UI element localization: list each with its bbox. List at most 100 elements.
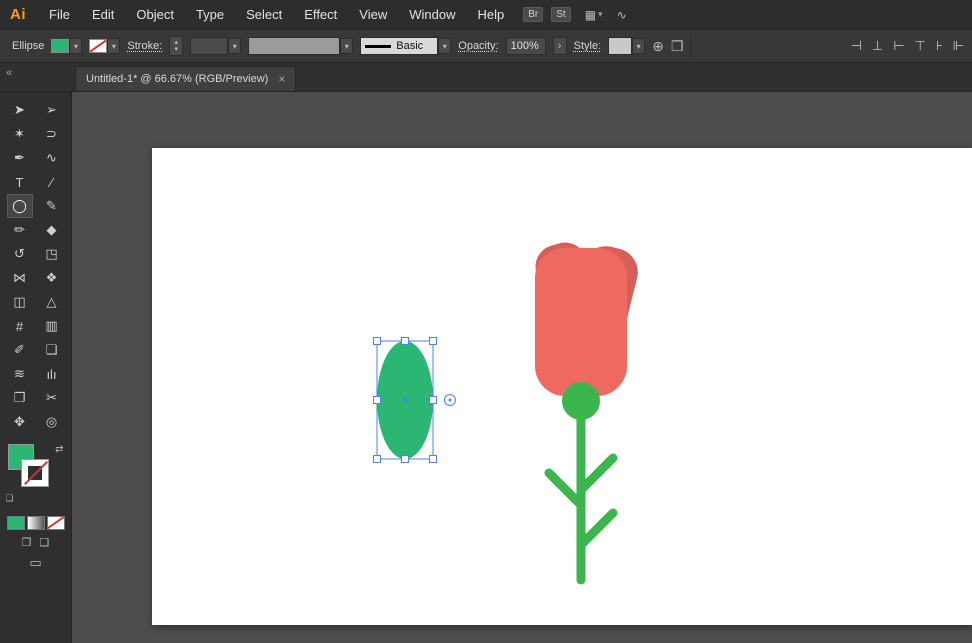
width-tool[interactable]: ⋈ [7, 266, 33, 290]
eyedropper-tool[interactable]: ✐ [7, 338, 33, 362]
canvas[interactable] [72, 92, 972, 643]
selection-handle-mid-right[interactable] [429, 396, 437, 404]
flower-branch-right-1[interactable] [576, 453, 618, 495]
flower-receptacle-circle[interactable] [562, 382, 600, 420]
opacity-input[interactable]: 100% [505, 37, 546, 55]
artboard-tool[interactable]: ❐ [7, 386, 33, 410]
scale-tool[interactable]: ◳ [39, 242, 65, 266]
draw-normal-icon[interactable]: ❐ [22, 536, 32, 549]
align-top-icon[interactable]: ⊤ [915, 38, 926, 54]
type-tool[interactable]: T [7, 170, 33, 194]
style-swatch[interactable] [608, 37, 633, 55]
stroke-style-value[interactable]: Basic [360, 37, 439, 55]
ellipse-center-point[interactable] [402, 397, 408, 403]
document-setup-icon[interactable]: ⊕ [652, 38, 664, 55]
menu-edit[interactable]: Edit [81, 7, 125, 22]
stroke-color-control[interactable]: ▾ [89, 38, 121, 54]
stroke-weight-chevron-icon[interactable]: ▾ [228, 38, 242, 54]
menu-help[interactable]: Help [466, 7, 515, 22]
curvature-tool[interactable]: ∿ [39, 146, 65, 170]
selection-handle-bottom-center[interactable] [401, 455, 409, 463]
stroke-weight-label[interactable]: Stroke: [127, 40, 162, 52]
document-tab[interactable]: Untitled-1* @ 66.67% (RGB/Preview) × [75, 66, 297, 91]
selection-handle-top-right[interactable] [429, 337, 437, 345]
style-chevron-icon[interactable]: ▾ [632, 38, 646, 54]
style-label[interactable]: Style: [574, 40, 602, 52]
artboard[interactable] [152, 148, 972, 625]
stepper-up-icon[interactable]: ▴ [175, 39, 179, 46]
stroke-style-combo[interactable]: Basic ▾ [360, 37, 452, 55]
menu-file[interactable]: File [38, 7, 81, 22]
bridge-button[interactable]: Br [523, 7, 544, 22]
gradient-tool[interactable]: ▥ [39, 314, 65, 338]
selection-handle-top-left[interactable] [373, 337, 381, 345]
close-icon[interactable]: × [278, 72, 285, 86]
gradient-button[interactable] [26, 516, 45, 530]
ellipse-tool[interactable]: ◯ [6, 194, 33, 218]
transform-panel-icon[interactable]: ❐ [671, 38, 684, 55]
fill-color-swatch[interactable] [51, 39, 70, 53]
stroke-weight-combo[interactable]: ▾ [190, 37, 242, 55]
screen-mode-icon[interactable]: ▭ [29, 555, 41, 571]
stroke-weight-stepper[interactable]: ▴ ▾ [169, 36, 184, 56]
zoom-tool[interactable]: ◎ [39, 410, 65, 434]
shape-builder-tool[interactable]: ◫ [7, 290, 33, 314]
selection-handle-top-center[interactable] [401, 337, 409, 345]
pencil-tool[interactable]: ✏ [7, 218, 33, 242]
selection-handle-bottom-left[interactable] [373, 455, 381, 463]
color-button[interactable] [6, 516, 25, 530]
eraser-tool[interactable]: ◆ [39, 218, 65, 242]
stroke-weight-value[interactable] [190, 37, 229, 55]
line-tool[interactable]: ∕ [39, 170, 65, 194]
stroke-color-swatch[interactable] [89, 39, 108, 53]
align-middle-icon[interactable]: ⊦ [936, 38, 943, 54]
menu-view[interactable]: View [348, 7, 398, 22]
perspective-grid-tool[interactable]: △ [39, 290, 65, 314]
selection-tool[interactable]: ➤ [7, 98, 33, 122]
align-left-icon[interactable]: ⊣ [851, 38, 862, 54]
magic-wand-tool[interactable]: ✶ [7, 122, 33, 146]
selection-handle-mid-left[interactable] [373, 396, 381, 404]
mesh-tool[interactable]: # [7, 314, 33, 338]
menu-window[interactable]: Window [398, 7, 466, 22]
none-button[interactable] [46, 516, 65, 530]
lasso-tool[interactable]: ⊃ [39, 122, 65, 146]
hand-tool[interactable]: ✥ [7, 410, 33, 434]
stock-button[interactable]: St [551, 7, 571, 22]
align-right-icon[interactable]: ⊢ [893, 38, 904, 54]
flower-branch-left[interactable] [544, 468, 586, 510]
stroke-chevron-icon[interactable]: ▾ [107, 38, 121, 54]
brush-chevron-icon[interactable]: ▾ [340, 38, 354, 54]
opacity-label[interactable]: Opacity: [458, 40, 498, 52]
collapse-panel-icon[interactable]: « [6, 67, 12, 79]
menu-select[interactable]: Select [235, 7, 293, 22]
align-center-icon[interactable]: ⊥ [872, 38, 883, 54]
flower-petal-front[interactable] [535, 248, 627, 396]
direct-selection-tool[interactable]: ➢ [39, 98, 65, 122]
menu-effect[interactable]: Effect [293, 7, 348, 22]
brush-definition-combo[interactable]: ▾ [248, 37, 354, 55]
selection-handle-bottom-right[interactable] [429, 455, 437, 463]
workspace-switcher-icon[interactable]: ▦ [585, 8, 596, 22]
paintbrush-tool[interactable]: ✎ [39, 194, 65, 218]
symbol-sprayer-tool[interactable]: ≋ [7, 362, 33, 386]
stroke-swatch[interactable] [20, 459, 49, 487]
fill-chevron-icon[interactable]: ▾ [69, 38, 83, 54]
style-combo[interactable]: ▾ [608, 37, 646, 55]
swap-fill-stroke-icon[interactable]: ⇄ [55, 444, 63, 455]
menu-type[interactable]: Type [185, 7, 235, 22]
flower-branch-right-2[interactable] [576, 508, 618, 550]
slice-tool[interactable]: ✂ [39, 386, 65, 410]
draw-behind-icon[interactable]: ❏ [40, 536, 50, 549]
default-fill-stroke-icon[interactable]: ❏ [6, 493, 14, 504]
rotate-tool[interactable]: ↺ [7, 242, 33, 266]
stepper-down-icon[interactable]: ▾ [175, 46, 179, 53]
stroke-style-chevron-icon[interactable]: ▾ [438, 38, 452, 54]
menu-object[interactable]: Object [125, 7, 185, 22]
brush-definition-value[interactable] [248, 37, 341, 55]
opacity-arrow-icon[interactable]: › [552, 37, 567, 55]
fill-color-control[interactable]: ▾ [51, 38, 83, 54]
pen-tool[interactable]: ✒ [7, 146, 33, 170]
column-graph-tool[interactable]: ılı [39, 362, 65, 386]
align-bottom-icon[interactable]: ⊩ [953, 38, 964, 54]
